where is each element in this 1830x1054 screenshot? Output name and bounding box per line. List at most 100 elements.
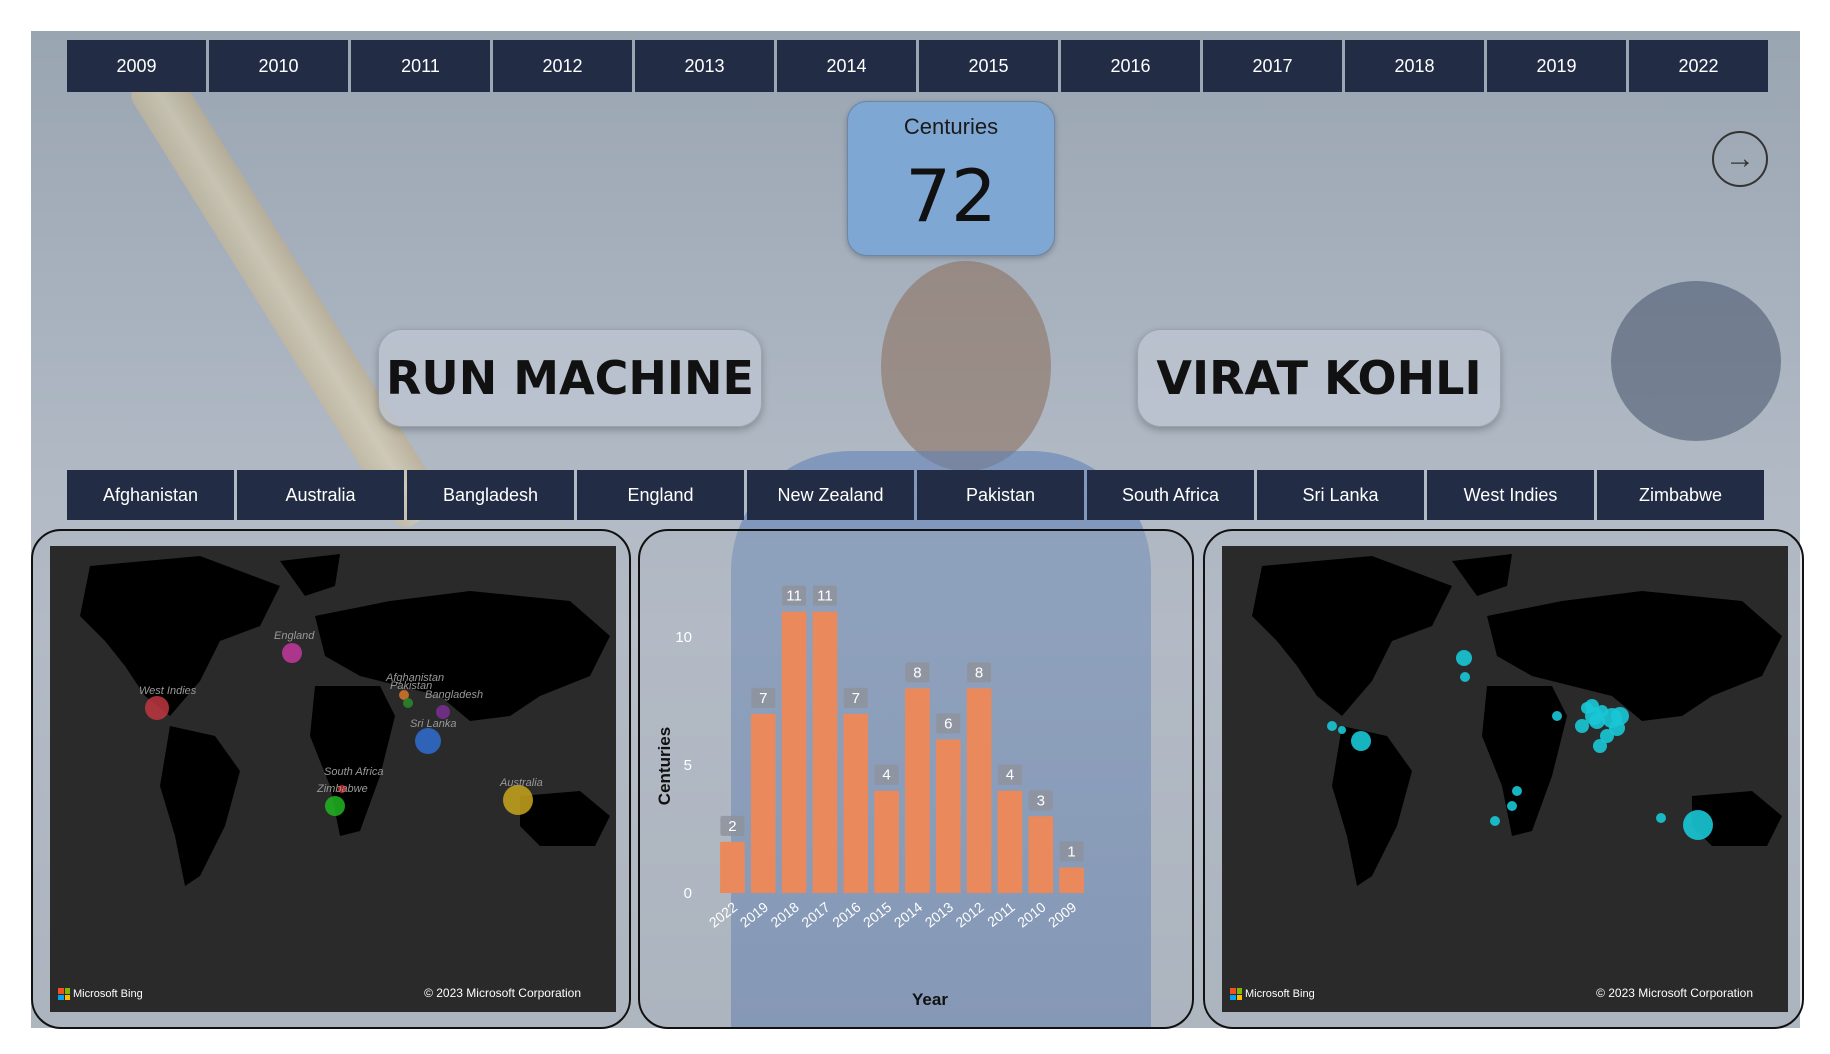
map-bubble-label: Zimbabwe: [316, 783, 368, 795]
venue-marker[interactable]: [1338, 726, 1346, 734]
venue-marker[interactable]: [1581, 702, 1593, 714]
map-bubble-label: Sri Lanka: [410, 718, 456, 730]
y-tick-label: 10: [675, 629, 692, 646]
opposition-bubble-map[interactable]: England West Indies Afghanistan Bangladesh P…: [50, 546, 616, 1012]
map-bubble-label: Pakistan: [390, 680, 432, 692]
y-axis-label: Centuries: [655, 727, 674, 805]
venue-marker[interactable]: [1456, 650, 1472, 666]
venue-marker[interactable]: [1656, 813, 1666, 823]
map-bubble[interactable]: [145, 696, 169, 720]
landmass-2: [280, 554, 340, 596]
bar[interactable]: [997, 790, 1023, 893]
year-slicer-2012[interactable]: 2012: [493, 40, 632, 92]
bing-attribution-text: Microsoft Bing: [1245, 988, 1315, 1000]
map-bubble[interactable]: [436, 705, 450, 719]
y-tick-label: 0: [684, 885, 692, 902]
country-slicer: Afghanistan Australia Bangladesh England New…: [67, 470, 1764, 520]
player-name-title: VIRAT KOHLI: [1137, 329, 1501, 427]
map-bubble-label: South Africa: [324, 766, 384, 778]
x-tick-label: 2011: [984, 899, 1018, 930]
data-label: 11: [817, 588, 833, 605]
country-slicer-australia[interactable]: Australia: [237, 470, 404, 520]
bar[interactable]: [812, 611, 838, 893]
year-slicer-2018[interactable]: 2018: [1345, 40, 1484, 92]
map-bubble[interactable]: [503, 785, 533, 815]
year-slicer-2014[interactable]: 2014: [777, 40, 916, 92]
map-bubble[interactable]: [403, 698, 413, 708]
venue-marker[interactable]: [1683, 810, 1713, 840]
centuries-by-year-chart[interactable]: 0 5 10 Centuries 2 2022 7 2019 11 2018 11 2017 7 2016…: [640, 531, 1192, 1027]
venue-marker[interactable]: [1460, 672, 1470, 682]
map-bubble-label: England: [274, 630, 315, 642]
map-bubble-label: Bangladesh: [425, 689, 483, 701]
y-tick-label: 5: [684, 757, 692, 774]
data-label: 7: [759, 690, 767, 707]
data-label: 7: [852, 690, 860, 707]
country-slicer-new-zealand[interactable]: New Zealand: [747, 470, 914, 520]
data-label: 8: [913, 664, 921, 681]
x-tick-label: 2022: [706, 899, 741, 931]
x-tick-label: 2012: [953, 899, 988, 931]
year-slicer: 2009 2010 2011 2012 2013 2014 2015 2016 2017 2018…: [67, 40, 1768, 92]
year-slicer-2019[interactable]: 2019: [1487, 40, 1626, 92]
venue-marker[interactable]: [1507, 801, 1517, 811]
landmass-0: [1252, 556, 1452, 716]
bing-attribution-text: Microsoft Bing: [73, 988, 143, 1000]
bar[interactable]: [781, 611, 807, 893]
bar[interactable]: [843, 713, 869, 893]
landmass-4: [310, 686, 395, 836]
map-bubble-label: Australia: [499, 777, 543, 789]
country-slicer-sri-lanka[interactable]: Sri Lanka: [1257, 470, 1424, 520]
landmass-1: [1332, 726, 1412, 886]
venue-marker[interactable]: [1552, 711, 1562, 721]
venue-scatter-map[interactable]: Microsoft Bing © 2023 Microsoft Corporat…: [1222, 546, 1788, 1012]
year-slicer-2015[interactable]: 2015: [919, 40, 1058, 92]
data-label: 8: [975, 664, 983, 681]
country-slicer-bangladesh[interactable]: Bangladesh: [407, 470, 574, 520]
year-slicer-2022[interactable]: 2022: [1629, 40, 1768, 92]
venue-marker[interactable]: [1327, 721, 1337, 731]
data-label: 6: [944, 716, 952, 733]
bar[interactable]: [874, 790, 899, 893]
landmass-1: [160, 726, 240, 886]
venue-marker[interactable]: [1490, 816, 1500, 826]
bar[interactable]: [966, 688, 992, 893]
venue-marker[interactable]: [1512, 786, 1522, 796]
country-slicer-zimbabwe[interactable]: Zimbabwe: [1597, 470, 1764, 520]
country-slicer-afghanistan[interactable]: Afghanistan: [67, 470, 234, 520]
venue-marker[interactable]: [1593, 739, 1607, 753]
venue-marker[interactable]: [1575, 719, 1589, 733]
year-slicer-2011[interactable]: 2011: [351, 40, 490, 92]
map-bubble[interactable]: [415, 728, 441, 754]
arrow-right-icon[interactable]: →: [1712, 131, 1768, 187]
x-tick-label: 2019: [737, 899, 772, 931]
landmass-2: [1452, 554, 1512, 596]
year-slicer-2013[interactable]: 2013: [635, 40, 774, 92]
data-label: 3: [1037, 792, 1045, 809]
country-slicer-pakistan[interactable]: Pakistan: [917, 470, 1084, 520]
year-slicer-2009[interactable]: 2009: [67, 40, 206, 92]
bar[interactable]: [905, 688, 930, 893]
year-slicer-2010[interactable]: 2010: [209, 40, 348, 92]
map-right-svg: [1252, 554, 1782, 886]
data-label: 4: [882, 767, 890, 784]
year-slicer-2016[interactable]: 2016: [1061, 40, 1200, 92]
centuries-card: Centuries 72: [847, 101, 1055, 256]
venue-marker[interactable]: [1611, 707, 1629, 725]
run-machine-title: RUN MACHINE: [378, 329, 762, 427]
bar[interactable]: [720, 841, 745, 893]
data-label: 11: [786, 588, 802, 605]
x-tick-label: 2013: [922, 899, 957, 931]
map-bubble[interactable]: [282, 643, 302, 663]
bar[interactable]: [1059, 867, 1084, 893]
country-slicer-west-indies[interactable]: West Indies: [1427, 470, 1594, 520]
country-slicer-south-africa[interactable]: South Africa: [1087, 470, 1254, 520]
country-slicer-england[interactable]: England: [577, 470, 744, 520]
bing-attribution: Microsoft Bing: [58, 988, 143, 1000]
venue-marker[interactable]: [1351, 731, 1371, 751]
bar[interactable]: [750, 713, 776, 893]
bar[interactable]: [1028, 816, 1054, 893]
year-slicer-2017[interactable]: 2017: [1203, 40, 1342, 92]
bar[interactable]: [935, 739, 961, 894]
map-bubble[interactable]: [325, 796, 345, 816]
